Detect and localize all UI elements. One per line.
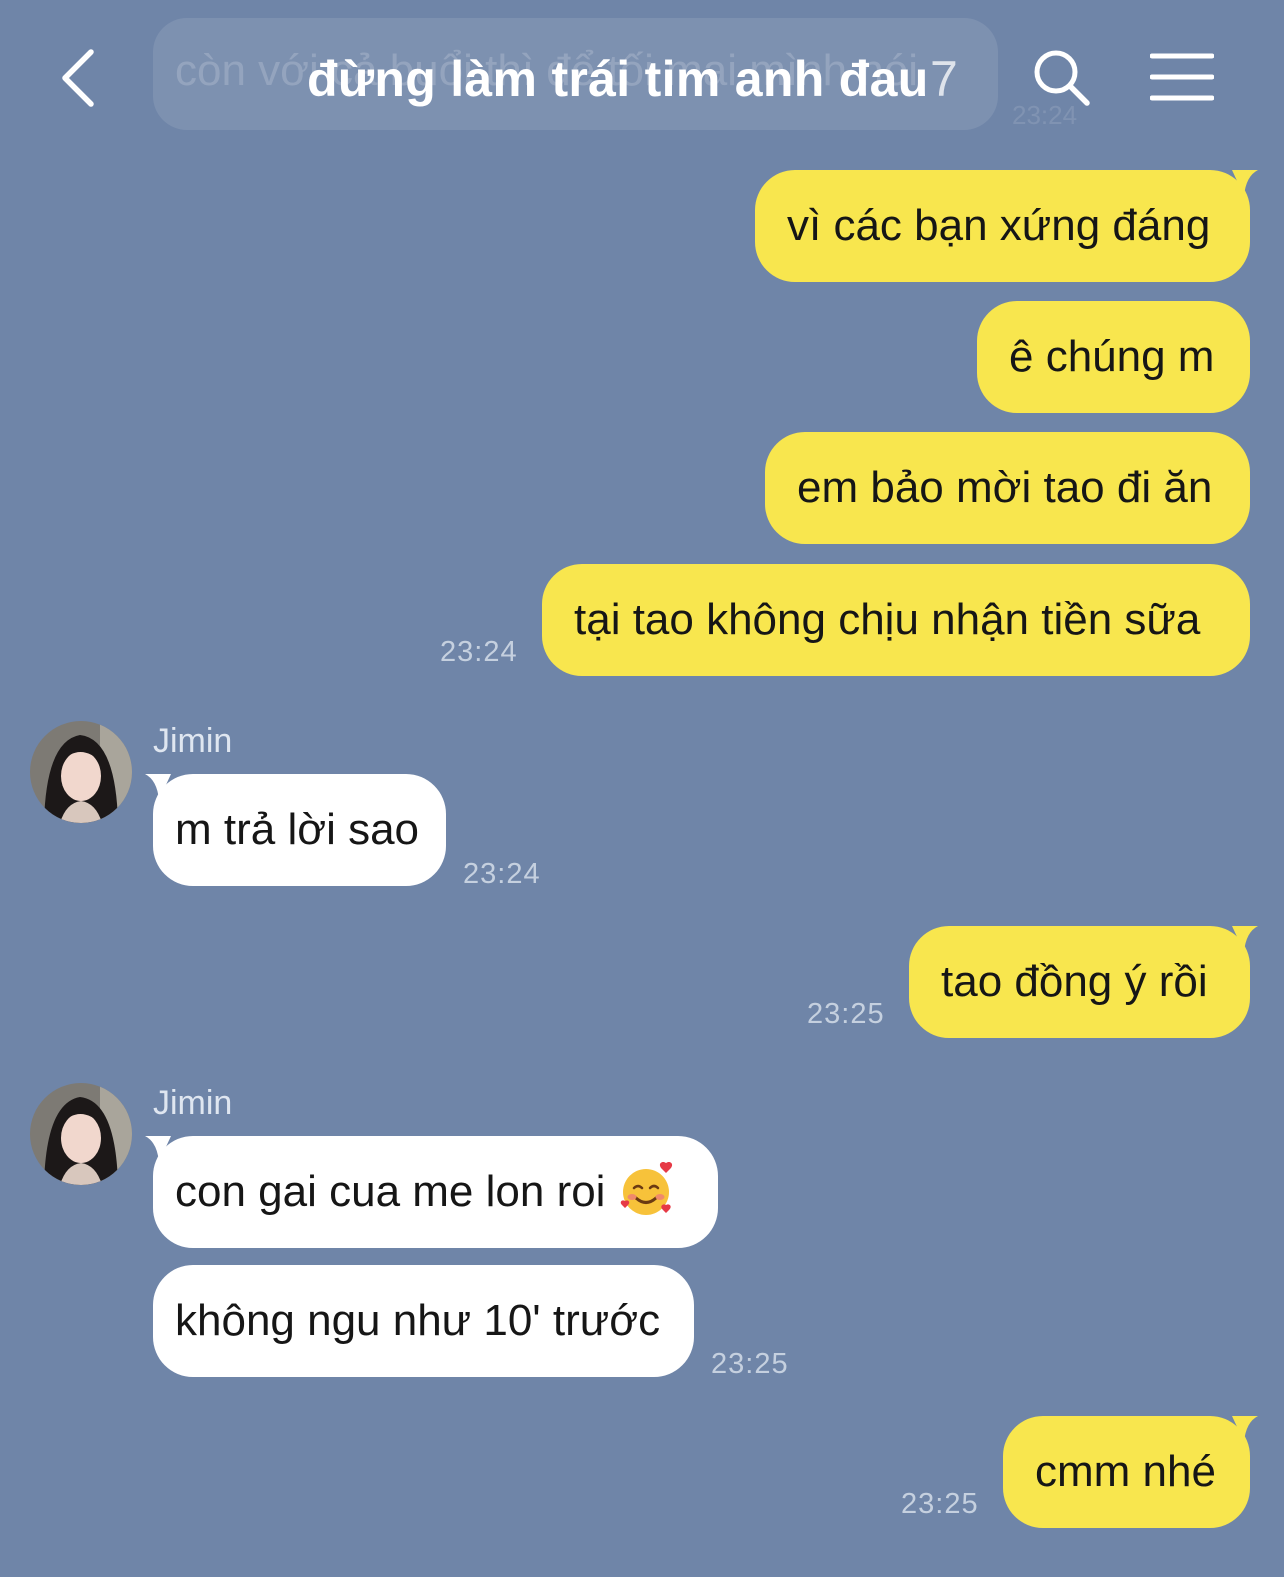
message-text: tại tao không chịu nhận tiền sữa — [574, 595, 1201, 644]
bubble-tail — [1232, 926, 1258, 952]
incoming-message-bubble[interactable]: m trả lời sao — [145, 774, 446, 886]
bubble-tail — [145, 1136, 171, 1162]
outgoing-message-bubble[interactable]: ê chúng m — [977, 301, 1250, 413]
outgoing-message-bubble[interactable]: em bảo mời tao đi ăn — [765, 432, 1250, 544]
outgoing-message-bubble[interactable]: tao đồng ý rồi — [909, 926, 1258, 1038]
incoming-message-bubble[interactable]: con gai cua me lon roi — [145, 1136, 718, 1248]
bubble-tail — [145, 774, 171, 800]
message-timestamp: 23:25 — [711, 1348, 789, 1380]
smiling-face-with-hearts-icon — [620, 1162, 672, 1216]
menu-button[interactable] — [1149, 52, 1215, 102]
chat-title[interactable]: đừng làm trái tim anh đau — [307, 50, 929, 108]
profile-photo — [30, 1083, 132, 1185]
message-text: cmm nhé — [1035, 1447, 1216, 1496]
message-timestamp: 23:24 — [440, 636, 518, 668]
search-icon — [1034, 50, 1090, 106]
message-text: ê chúng m — [1009, 332, 1215, 381]
message-text: không ngu như 10' trước — [175, 1296, 661, 1345]
search-button[interactable] — [1032, 48, 1092, 108]
avatar[interactable] — [30, 1083, 132, 1185]
hamburger-menu-icon — [1149, 53, 1215, 101]
bubble-tail — [1232, 1416, 1258, 1442]
avatar[interactable] — [30, 721, 132, 823]
message-text: vì các bạn xứng đáng — [787, 201, 1211, 250]
message-timestamp: 23:25 — [901, 1488, 979, 1520]
outgoing-message-bubble[interactable]: tại tao không chịu nhận tiền sữa — [542, 564, 1250, 676]
message-text: em bảo mời tao đi ăn — [797, 463, 1213, 512]
back-button[interactable] — [55, 48, 105, 108]
outgoing-message-bubble[interactable]: vì các bạn xứng đáng — [755, 170, 1258, 282]
message-text: tao đồng ý rồi — [941, 957, 1208, 1006]
chat-header: còn với cả buổi thì để tối mai mình nói … — [0, 0, 1284, 150]
outgoing-message-bubble[interactable]: cmm nhé — [1003, 1416, 1258, 1528]
sender-name: Jimin — [153, 722, 233, 760]
profile-photo — [30, 721, 132, 823]
message-text: con gai cua me lon roi — [175, 1167, 606, 1216]
sender-name: Jimin — [153, 1084, 233, 1122]
message-timestamp: 23:24 — [463, 858, 541, 890]
message-text: m trả lời sao — [175, 805, 420, 854]
message-timestamp: 23:25 — [807, 998, 885, 1030]
member-count: 7 — [930, 51, 958, 107]
bubble-tail — [1232, 170, 1258, 196]
chevron-left-icon — [62, 49, 94, 107]
incoming-message-bubble[interactable]: không ngu như 10' trước — [153, 1265, 694, 1377]
